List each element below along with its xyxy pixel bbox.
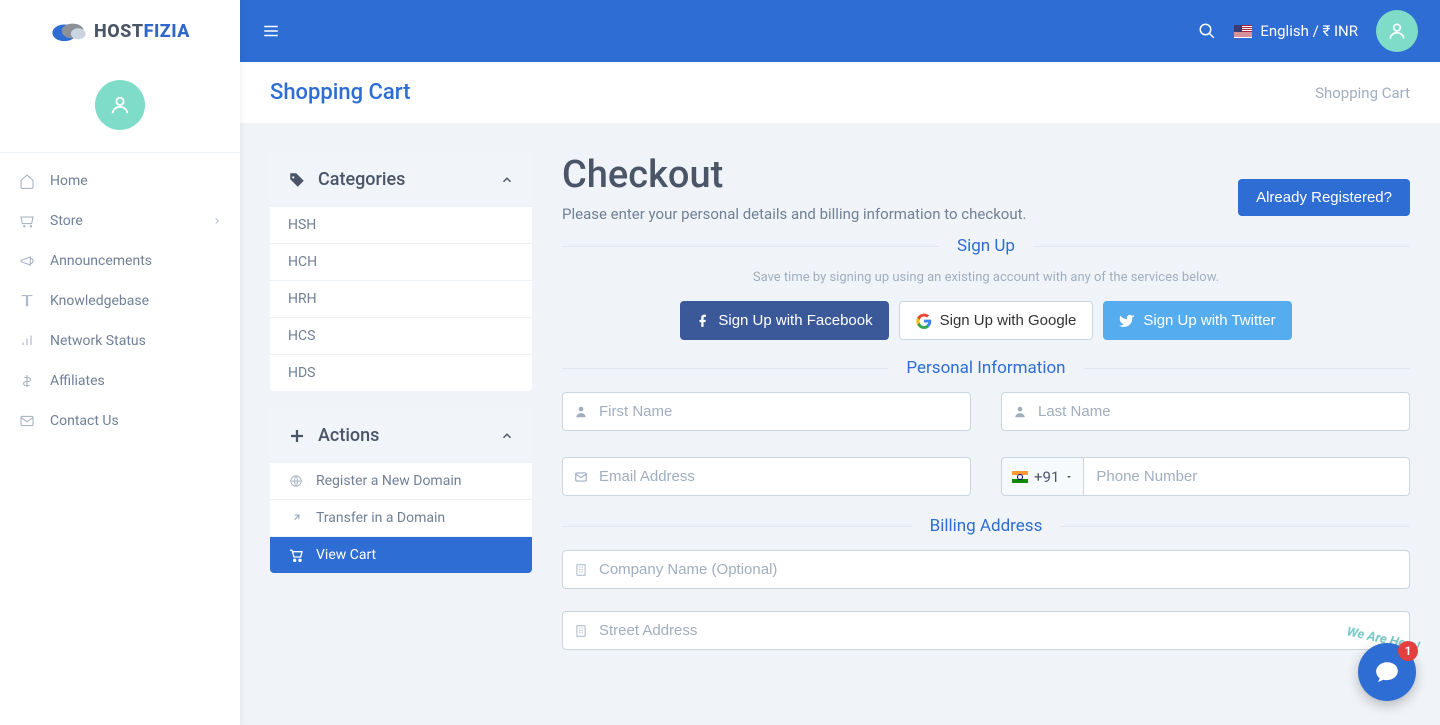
share-icon: [288, 511, 304, 525]
building-icon: [574, 624, 588, 638]
sidebar: HOSTFIZIA Home Store Announcements: [0, 0, 240, 725]
home-icon: [18, 173, 36, 189]
sidebar-item-contact[interactable]: Contact Us: [0, 401, 240, 441]
action-view-cart[interactable]: View Cart: [270, 536, 532, 573]
twitter-icon: [1119, 313, 1135, 329]
company-wrap: [562, 550, 1410, 589]
action-register-domain[interactable]: Register a New Domain: [270, 462, 532, 499]
sidebar-avatar[interactable]: [95, 80, 145, 130]
street-wrap: [562, 611, 1410, 650]
sidebar-item-label: Contact Us: [50, 413, 119, 429]
breadcrumb: Shopping Cart: [1315, 84, 1410, 102]
locale-switcher[interactable]: English / ₹ INR: [1234, 22, 1358, 40]
building-icon: [574, 563, 588, 577]
phone-wrap: +91: [1001, 457, 1410, 496]
user-icon: [109, 94, 131, 116]
page-header: Shopping Cart Shopping Cart: [240, 62, 1440, 123]
actions-toggle[interactable]: Actions: [270, 409, 532, 462]
book-icon: [18, 293, 36, 309]
categories-toggle[interactable]: Categories: [270, 153, 532, 206]
dollar-icon: [18, 373, 36, 389]
sidebar-item-home[interactable]: Home: [0, 161, 240, 201]
megaphone-icon: [18, 253, 36, 269]
email-wrap: [562, 457, 971, 496]
sidebar-item-label: Store: [50, 213, 83, 229]
last-name-input[interactable]: [1001, 392, 1410, 431]
chevron-up-icon: [500, 429, 514, 443]
search-button[interactable]: [1198, 22, 1216, 40]
sidebar-item-label: Network Status: [50, 333, 146, 349]
category-item[interactable]: HCS: [270, 317, 532, 354]
signup-facebook-button[interactable]: Sign Up with Facebook: [680, 301, 888, 340]
logo: HOSTFIZIA: [50, 19, 190, 43]
billing-divider: Billing Address: [562, 516, 1410, 536]
chevron-down-icon: [1065, 473, 1073, 481]
chat-icon: [1374, 659, 1400, 685]
sidebar-avatar-section: [0, 62, 240, 152]
us-flag-icon: [1234, 25, 1252, 38]
action-transfer-domain[interactable]: Transfer in a Domain: [270, 499, 532, 536]
phone-input[interactable]: [1083, 457, 1410, 496]
signup-google-button[interactable]: Sign Up with Google: [899, 301, 1094, 340]
company-input[interactable]: [562, 550, 1410, 589]
last-name-wrap: [1001, 392, 1410, 431]
category-item[interactable]: HSH: [270, 206, 532, 243]
sidebar-item-announcements[interactable]: Announcements: [0, 241, 240, 281]
signal-icon: [18, 333, 36, 349]
menu-toggle-button[interactable]: [262, 22, 280, 40]
india-flag-icon: [1012, 471, 1028, 483]
signup-twitter-button[interactable]: Sign Up with Twitter: [1103, 301, 1291, 340]
personal-divider: Personal Information: [562, 358, 1410, 378]
first-name-input[interactable]: [562, 392, 971, 431]
logo-mark-icon: [50, 19, 88, 43]
nav-links: Home Store Announcements Knowledgebase N…: [0, 152, 240, 441]
category-item[interactable]: HDS: [270, 354, 532, 391]
chat-badge: 1: [1398, 641, 1418, 661]
logo-area[interactable]: HOSTFIZIA: [0, 0, 240, 62]
first-name-wrap: [562, 392, 971, 431]
sidebar-item-network-status[interactable]: Network Status: [0, 321, 240, 361]
signup-hint: Save time by signing up using an existin…: [562, 270, 1410, 285]
plus-icon: [288, 427, 306, 445]
email-input[interactable]: [562, 457, 971, 496]
locale-label: English / ₹ INR: [1260, 22, 1358, 40]
chat-widget-button[interactable]: 1: [1358, 643, 1416, 701]
street-input[interactable]: [562, 611, 1410, 650]
sidebar-item-store[interactable]: Store: [0, 201, 240, 241]
envelope-icon: [574, 470, 588, 484]
chevron-up-icon: [500, 173, 514, 187]
envelope-icon: [18, 413, 36, 429]
logo-text: HOSTFIZIA: [94, 21, 190, 42]
category-item[interactable]: HRH: [270, 280, 532, 317]
tags-icon: [288, 171, 306, 189]
category-item[interactable]: HCH: [270, 243, 532, 280]
sidebar-item-label: Affiliates: [50, 373, 105, 389]
already-registered-button[interactable]: Already Registered?: [1238, 179, 1410, 216]
actions-panel: Actions Register a New Domain Transfer i…: [270, 409, 532, 573]
google-icon: [916, 313, 932, 329]
sidebar-item-label: Home: [50, 173, 88, 189]
sidebar-item-label: Announcements: [50, 253, 152, 269]
sidebar-item-knowledgebase[interactable]: Knowledgebase: [0, 281, 240, 321]
globe-icon: [288, 474, 304, 488]
topbar: English / ₹ INR: [240, 0, 1440, 62]
country-code-select[interactable]: +91: [1001, 457, 1083, 496]
sidebar-item-label: Knowledgebase: [50, 293, 149, 309]
sidebar-item-affiliates[interactable]: Affiliates: [0, 361, 240, 401]
panel-title: Categories: [318, 169, 405, 190]
page-title: Shopping Cart: [270, 80, 410, 105]
categories-panel: Categories HSH HCH HRH HCS HDS: [270, 153, 532, 391]
user-icon: [574, 405, 588, 419]
country-code-label: +91: [1034, 468, 1059, 486]
cart-icon: [288, 547, 304, 563]
user-icon: [1013, 405, 1027, 419]
cart-icon: [18, 213, 36, 229]
signup-divider: Sign Up: [562, 236, 1410, 256]
facebook-icon: [696, 314, 710, 328]
user-icon: [1387, 21, 1407, 41]
chevron-right-icon: [212, 216, 222, 226]
panel-title: Actions: [318, 425, 379, 446]
user-menu-button[interactable]: [1376, 10, 1418, 52]
